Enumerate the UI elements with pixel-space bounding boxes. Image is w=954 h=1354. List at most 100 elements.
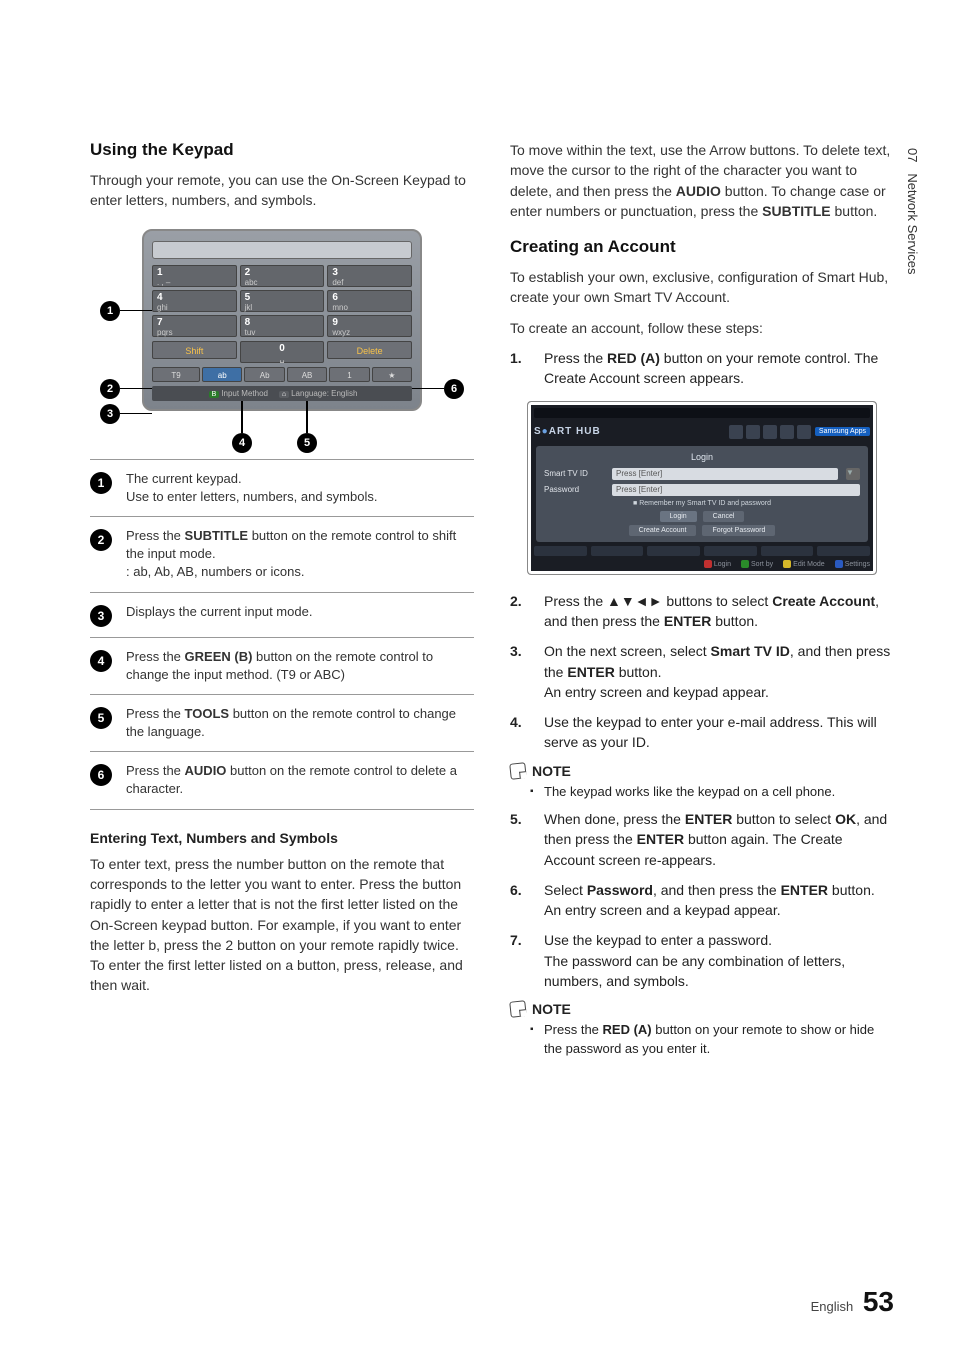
hub-app-icons	[729, 425, 811, 439]
legend-num-4: 4	[90, 650, 112, 672]
steps-group-b: 2. Press the ▲▼◄► buttons to select Crea…	[510, 591, 894, 753]
page-footer: English 53	[811, 1286, 894, 1318]
hub-search-bar	[534, 408, 870, 418]
callout-1: 1	[100, 301, 120, 321]
legend-text-5: Press the TOOLS button on the remote con…	[126, 705, 474, 741]
step-num: 5.	[510, 809, 526, 870]
keypad-key: 5jkl	[240, 290, 325, 312]
note-heading-1: NOTE	[510, 763, 894, 779]
note-item: The keypad works like the keypad on a ce…	[530, 783, 894, 801]
note-icon	[509, 1001, 527, 1019]
heading-entering-text: Entering Text, Numbers and Symbols	[90, 830, 474, 846]
legend-num-2: 2	[90, 529, 112, 551]
chapter-number: 07	[905, 148, 920, 162]
key-shift: Shift	[152, 341, 237, 359]
chapter-title: Network Services	[905, 173, 920, 274]
mode-1: 1	[329, 367, 369, 382]
keypad-key: 8tuv	[240, 315, 325, 337]
note-list-2: Press the RED (A) button on your remote …	[510, 1021, 894, 1057]
hub-color-legend: Login Sort by Edit Mode Settings	[534, 560, 870, 568]
step-num: 1.	[510, 348, 526, 389]
right-column: To move within the text, use the Arrow b…	[510, 140, 894, 1062]
chapter-tab: 07 Network Services	[905, 148, 920, 274]
callout-3: 3	[100, 404, 120, 424]
legend-num-5: 5	[90, 707, 112, 729]
mode-AB: AB	[287, 367, 327, 382]
paragraph-creating-2: To create an account, follow these steps…	[510, 318, 894, 338]
paragraph-move-text: To move within the text, use the Arrow b…	[510, 140, 894, 221]
remember-checkbox-label: ■ Remember my Smart TV ID and password	[544, 500, 860, 507]
keypad-input-area	[152, 241, 412, 259]
callout-4: 4	[232, 433, 252, 453]
keypad-key: 4ghi	[152, 290, 237, 312]
smart-hub-screenshot: S●ART HUB Samsung Apps Login Smart TV ID…	[527, 401, 877, 575]
create-account-button: Create Account	[629, 525, 697, 536]
step-num: 2.	[510, 591, 526, 632]
legend-text-4: Press the GREEN (B) button on the remote…	[126, 648, 474, 684]
callout-6: 6	[444, 379, 464, 399]
keypad-key: 7pqrs	[152, 315, 237, 337]
hub-samsung-apps: Samsung Apps	[815, 427, 870, 436]
step-num: 7.	[510, 930, 526, 991]
key-zero: 0␣	[240, 341, 325, 363]
legend-text-3: Displays the current input mode.	[126, 603, 312, 627]
legend-num-3: 3	[90, 605, 112, 627]
footer-language: English	[811, 1299, 854, 1314]
legend-num-1: 1	[90, 472, 112, 494]
cancel-button: Cancel	[703, 511, 745, 522]
hub-app-tiles	[534, 546, 870, 556]
field-label-id: Smart TV ID	[544, 469, 604, 478]
step-text: Use the keypad to enter a password.The p…	[544, 930, 894, 991]
keypad-key: 2abc	[240, 265, 325, 287]
legend-text-6: Press the AUDIO button on the remote con…	[126, 762, 474, 798]
login-button: Login	[660, 511, 697, 522]
hub-logo: S●ART HUB	[534, 426, 601, 437]
step-num: 4.	[510, 712, 526, 753]
keypad-key: 3def	[327, 265, 412, 287]
keypad-key: 9wxyz	[327, 315, 412, 337]
key-t9: T9	[152, 367, 200, 382]
step-text: When done, press the ENTER button to sel…	[544, 809, 894, 870]
paragraph-creating-1: To establish your own, exclusive, config…	[510, 267, 894, 308]
steps-group-c: 5. When done, press the ENTER button to …	[510, 809, 894, 991]
field-input-password: Press [Enter]	[612, 484, 860, 496]
keypad-figure: 1 2 3 6 4 5 1. , –2abc3def4ghi5jkl6mno7p…	[142, 229, 422, 411]
step-text: Press the RED (A) button on your remote …	[544, 348, 894, 389]
step-text: On the next screen, select Smart TV ID, …	[544, 641, 894, 702]
step-num: 3.	[510, 641, 526, 702]
step-text: Use the keypad to enter your e-mail addr…	[544, 712, 894, 753]
heading-using-keypad: Using the Keypad	[90, 140, 474, 160]
dropdown-icon: ▼	[846, 468, 860, 480]
page-number: 53	[863, 1286, 894, 1317]
mode-Ab: Ab	[244, 367, 284, 382]
onscreen-keypad: 1. , –2abc3def 4ghi5jkl6mno 7pqrs8tuv9wxyz…	[142, 229, 422, 411]
legend-num-6: 6	[90, 764, 112, 786]
step-text: Press the ▲▼◄► buttons to select Create …	[544, 591, 894, 632]
note-list-1: The keypad works like the keypad on a ce…	[510, 783, 894, 801]
keypad-footer-legend: BInput Method ⌂Language: English	[152, 386, 412, 401]
field-label-password: Password	[544, 485, 604, 494]
callout-legend-table: 1 The current keypad.Use to enter letter…	[90, 459, 474, 810]
step-num: 6.	[510, 880, 526, 921]
keypad-key: 1. , –	[152, 265, 237, 287]
forgot-password-button: Forgot Password	[702, 525, 775, 536]
note-heading-2: NOTE	[510, 1001, 894, 1017]
mode-star: ★	[372, 367, 412, 382]
login-panel: Login Smart TV ID Press [Enter] ▼ Passwo…	[536, 446, 868, 542]
left-column: Using the Keypad Through your remote, yo…	[90, 140, 474, 1062]
callout-2: 2	[100, 379, 120, 399]
paragraph-entering-text: To enter text, press the number button o…	[90, 854, 474, 996]
heading-creating-account: Creating an Account	[510, 237, 894, 257]
key-delete: Delete	[327, 341, 412, 359]
steps-group-a: 1. Press the RED (A) button on your remo…	[510, 348, 894, 389]
callout-5: 5	[297, 433, 317, 453]
mode-ab: ab	[202, 367, 242, 382]
keypad-key: 6mno	[327, 290, 412, 312]
intro-paragraph: Through your remote, you can use the On-…	[90, 170, 474, 211]
note-item: Press the RED (A) button on your remote …	[530, 1021, 894, 1057]
field-input-id: Press [Enter]	[612, 468, 838, 480]
legend-text-2: Press the SUBTITLE button on the remote …	[126, 527, 474, 582]
note-icon	[509, 762, 527, 780]
legend-text-1: The current keypad.Use to enter letters,…	[126, 470, 377, 506]
step-text: Select Password, and then press the ENTE…	[544, 880, 894, 921]
